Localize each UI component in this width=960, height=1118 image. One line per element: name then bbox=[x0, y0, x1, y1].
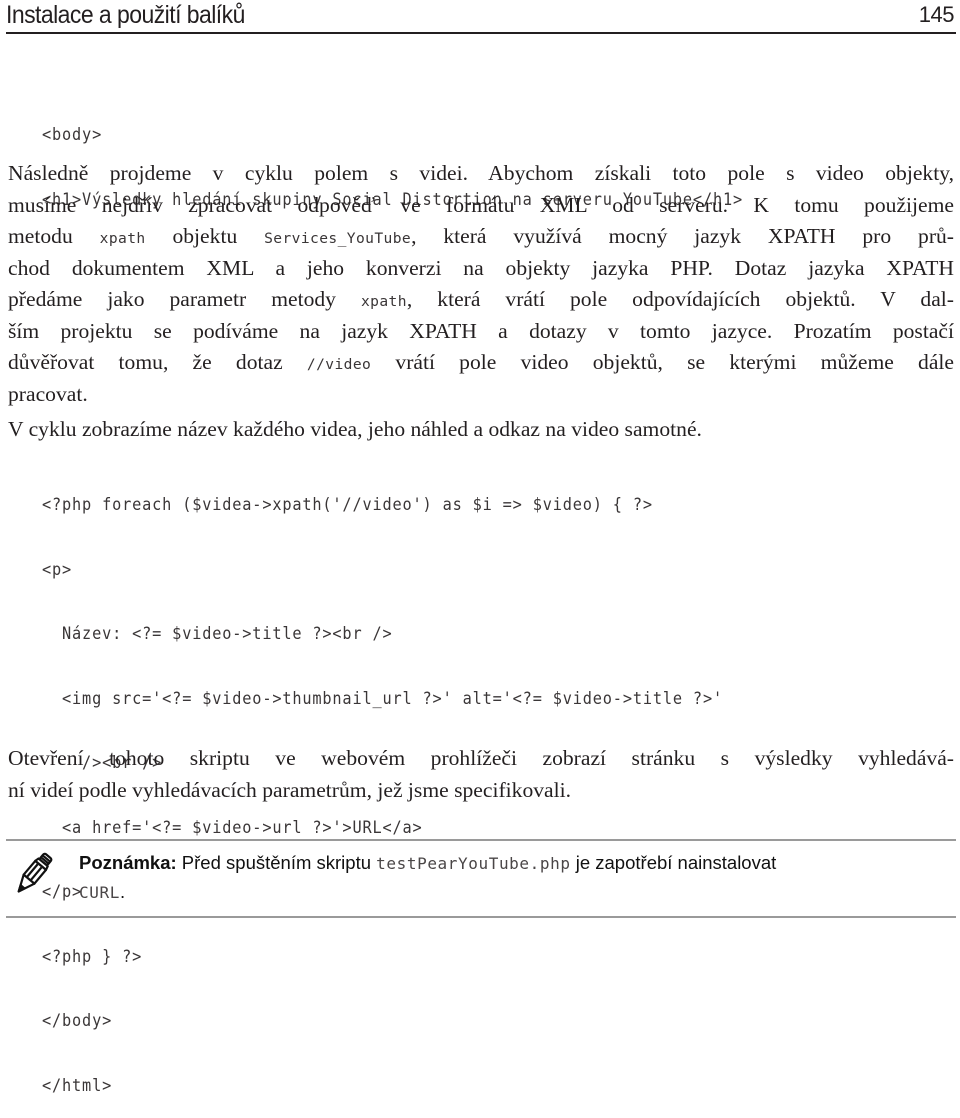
text-segment: metodu bbox=[8, 224, 100, 248]
text-segment: ším projektu se podíváme na jazyk XPATH … bbox=[8, 318, 954, 343]
running-head: Instalace a použití balíků 145 bbox=[6, 0, 956, 34]
paragraph-line: ším projektu se podíváme na jazyk XPATH … bbox=[8, 316, 954, 348]
paragraph-line: Otevření tohoto skriptu ve webovém prohl… bbox=[8, 746, 954, 770]
text-segment: musíme nejdřív zpracovat odpověď ve form… bbox=[8, 192, 954, 217]
code-line: <body> bbox=[42, 125, 103, 144]
page-number: 145 bbox=[918, 2, 955, 27]
paragraph-line: musíme nejdřív zpracovat odpověď ve form… bbox=[8, 190, 954, 222]
inline-code: Services_YouTube bbox=[264, 230, 412, 247]
paragraph-xpath-explanation: Následně projdeme v cyklu polem s videi.… bbox=[8, 158, 954, 410]
text-segment: objektu bbox=[145, 224, 265, 248]
text-segment: , která vrátí pole odpovídajících objekt… bbox=[406, 287, 954, 311]
text-segment: , která využívá mocný jazyk XPATH pro pr… bbox=[411, 224, 954, 248]
paragraph-line: důvěřovat tomu, že dotaz //video vrátí p… bbox=[8, 347, 954, 379]
inline-code: xpath bbox=[360, 293, 407, 310]
paragraph-line: ní videí podle vyhledávacích parametrům,… bbox=[8, 777, 572, 802]
note-text-segment: Před spuštěním skriptu bbox=[176, 852, 377, 873]
code-line: <?php } ?> bbox=[42, 946, 143, 966]
note-box: Poznámka: Před spuštěním skriptu testPea… bbox=[6, 839, 956, 918]
paragraph-line: Následně projdeme v cyklu polem s videi.… bbox=[8, 158, 954, 190]
paragraph-line: předáme jako parametr metody xpath, kter… bbox=[8, 284, 954, 316]
paragraph-result-description: Otevření tohoto skriptu ve webovém prohl… bbox=[8, 743, 954, 806]
code-line: Název: <?= $video->title ?><br /> bbox=[42, 624, 393, 643]
text-segment: vrátí pole video objektů, se kterými můž… bbox=[371, 350, 955, 374]
note-text: Poznámka: Před spuštěním skriptu testPea… bbox=[79, 849, 949, 907]
code-line: <img src='<?= $video->thumbnail_url ?>' … bbox=[42, 688, 723, 708]
note-code-filename: testPearYouTube.php bbox=[376, 854, 571, 873]
paragraph-line: V cyklu zobrazíme název každého videa, j… bbox=[8, 417, 702, 441]
note-code-library: CURL bbox=[79, 883, 120, 902]
pencil-icon bbox=[8, 851, 58, 901]
text-segment: chod dokumentem XML a jeho konverzi na o… bbox=[8, 255, 954, 280]
inline-code: xpath bbox=[99, 230, 146, 247]
text-segment: Následně projdeme v cyklu polem s videi.… bbox=[8, 161, 954, 185]
note-text-end: . bbox=[119, 881, 126, 902]
note-text-segment: je zapotřebí nainstalovat bbox=[570, 852, 777, 873]
text-segment: předáme jako parametr metody bbox=[8, 287, 361, 311]
text-segment: důvěřovat tomu, že dotaz bbox=[8, 350, 307, 374]
code-line: <a href='<?= $video->url ?>'>URL</a> bbox=[42, 817, 423, 837]
chapter-title: Instalace a použití balíků bbox=[6, 1, 245, 29]
inline-code: //video bbox=[306, 356, 372, 373]
paragraph-line: pracovat. bbox=[8, 379, 954, 411]
code-line: <?php foreach ($videa->xpath('//video') … bbox=[42, 495, 653, 514]
paragraph-line: metodu xpath objektu Services_YouTube, k… bbox=[8, 221, 954, 253]
code-line: </body> bbox=[42, 1011, 113, 1030]
paragraph-line: chod dokumentem XML a jeho konverzi na o… bbox=[8, 253, 954, 285]
code-line: </html> bbox=[42, 1075, 113, 1095]
code-line: <p> bbox=[42, 559, 73, 579]
note-label: Poznámka: bbox=[79, 852, 177, 873]
paragraph-loop-description: V cyklu zobrazíme název každého videa, j… bbox=[8, 414, 954, 446]
text-segment: pracovat. bbox=[8, 381, 88, 406]
